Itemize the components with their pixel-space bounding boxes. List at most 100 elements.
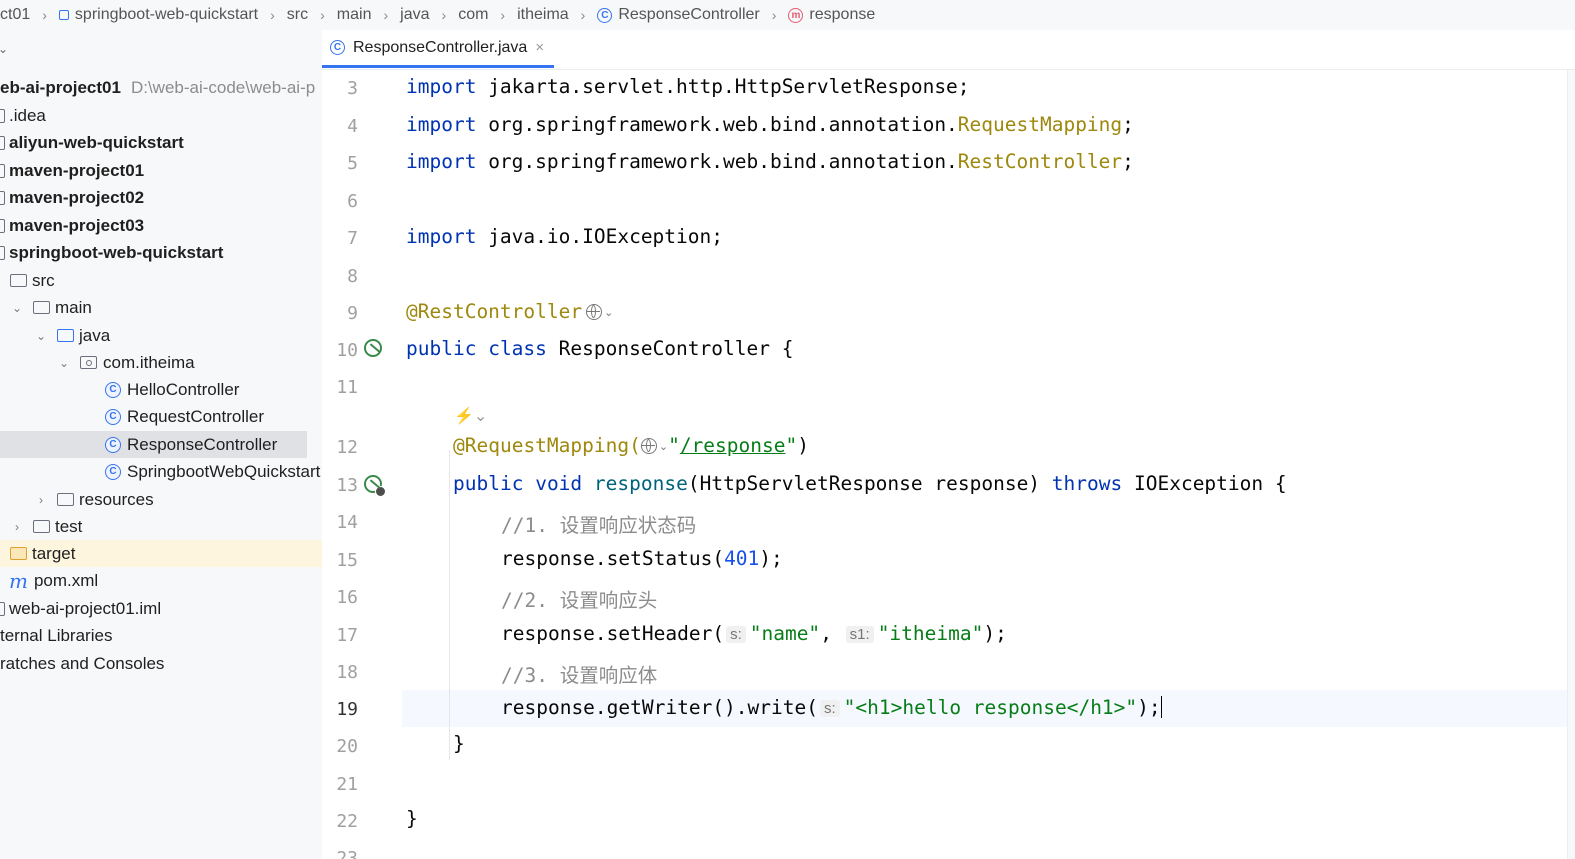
- chevron-right-icon: ›: [580, 7, 586, 23]
- excluded-folder-icon: [10, 547, 27, 560]
- tree-item-label: web-ai-project01.iml: [9, 598, 162, 618]
- breadcrumb-label: ct01: [0, 6, 31, 23]
- keyword: import: [406, 225, 477, 248]
- method-icon: m: [788, 7, 804, 23]
- code-comment: //3. 设置响应体: [501, 664, 658, 687]
- chevron-right-icon: ›: [42, 7, 47, 23]
- code-line-19: response.getWriter().write(s: "<h1>hello …: [501, 696, 1162, 719]
- tree-item-label: eb-ai-project01: [0, 77, 121, 97]
- method-name: response: [593, 472, 688, 495]
- breadcrumb-item-main[interactable]: main: [337, 6, 372, 24]
- tree-item-main[interactable]: ⌄ main: [0, 294, 92, 321]
- chevron-right-icon[interactable]: ›: [11, 520, 23, 534]
- ai-suggestion-icon[interactable]: ⚡⌄: [454, 406, 487, 426]
- code-text: );: [983, 622, 1007, 645]
- indent-guide: [449, 450, 450, 760]
- chevron-down-icon[interactable]: ⌄: [0, 42, 8, 56]
- line-number: 17: [336, 625, 358, 646]
- breadcrumb-item-method[interactable]: m response: [788, 6, 875, 24]
- tree-item-com-itheima[interactable]: ⌄ com.itheima: [0, 349, 195, 376]
- tree-item-aliyun-web-quickstart[interactable]: aliyun-web-quickstart: [0, 129, 184, 156]
- tree-item-springbootwebquickstart[interactable]: C SpringbootWebQuickstart: [0, 458, 320, 485]
- tree-item-maven-project03[interactable]: maven-project03: [0, 212, 144, 239]
- tree-item-iml[interactable]: web-ai-project01.iml: [0, 595, 161, 622]
- tree-item-label: ResponseController: [127, 434, 278, 454]
- chevron-down-icon[interactable]: ⌄: [659, 441, 668, 453]
- chevron-right-icon: ›: [320, 7, 325, 23]
- string: "<h1>hello response</h1>": [843, 696, 1138, 719]
- chevron-right-icon[interactable]: ›: [35, 493, 47, 507]
- tree-item-responsecontroller[interactable]: C ResponseController: [0, 431, 307, 458]
- keyword: import: [406, 113, 477, 136]
- tree-item-java[interactable]: ⌄ java: [0, 322, 110, 349]
- line-number: 13: [336, 475, 358, 496]
- spring-bean-gutter-icon[interactable]: [364, 339, 382, 357]
- folder-icon: [10, 274, 27, 287]
- breadcrumb-item-com[interactable]: com: [458, 6, 488, 24]
- code-text: org.springframework.web.bind.annotation.: [476, 113, 958, 136]
- tree-item-maven-project02[interactable]: maven-project02: [0, 184, 144, 211]
- tree-item-requestcontroller[interactable]: C RequestController: [0, 403, 264, 430]
- tree-item-hellocontroller[interactable]: C HelloController: [0, 376, 239, 403]
- chevron-down-icon[interactable]: ⌄: [604, 307, 613, 319]
- code-line-3: import jakarta.servlet.http.HttpServletR…: [406, 75, 970, 98]
- line-number: 18: [336, 662, 358, 683]
- keyword: public: [453, 472, 524, 495]
- spring-endpoint-gutter-icon[interactable]: [364, 475, 386, 497]
- package-icon: [80, 356, 97, 369]
- tree-item-project-root[interactable]: eb-ai-project01 D:\web-ai-code\web-ai-p: [0, 74, 315, 101]
- breadcrumb-item-itheima[interactable]: itheima: [517, 6, 569, 24]
- globe-icon[interactable]: [640, 438, 657, 454]
- breadcrumb-item-class[interactable]: C ResponseController: [597, 6, 760, 24]
- tree-item-label: java: [79, 325, 111, 345]
- string: ": [785, 434, 798, 457]
- line-number: 10: [336, 340, 358, 361]
- code-line-22: }: [406, 807, 418, 830]
- keyword: throws: [1051, 472, 1123, 495]
- keyword: public: [406, 337, 477, 360]
- editor-scrollbar[interactable]: [1567, 70, 1575, 859]
- line-number: 4: [347, 116, 358, 137]
- chevron-down-icon[interactable]: ⌄: [35, 329, 47, 343]
- breadcrumb-item-project[interactable]: ct01: [0, 6, 30, 24]
- maven-icon: m: [9, 568, 28, 593]
- annotation-class: RequestMapping: [957, 113, 1123, 136]
- tree-item-resources[interactable]: › resources: [0, 486, 154, 513]
- line-number: 8: [347, 266, 358, 287]
- chevron-down-icon[interactable]: ⌄: [11, 301, 23, 315]
- code-text: );: [1137, 696, 1161, 719]
- chevron-right-icon: ›: [771, 7, 777, 23]
- breadcrumb-item-src[interactable]: src: [287, 6, 308, 24]
- tab-responsecontroller[interactable]: C ResponseController.java ×: [322, 30, 555, 68]
- tree-item-label: .idea: [9, 105, 46, 125]
- string: "name": [749, 622, 821, 645]
- breadcrumb-label: response: [809, 6, 876, 23]
- chevron-down-icon[interactable]: ⌄: [58, 356, 70, 370]
- tree-item-label: maven-project01: [9, 160, 145, 180]
- code-line-9: @RestController ⌄: [406, 300, 613, 323]
- code-text: org.springframework.web.bind.annotation.: [476, 150, 958, 173]
- code-text: ;: [1122, 150, 1134, 173]
- module-icon: [0, 218, 5, 233]
- module-icon: [58, 10, 69, 20]
- tree-item-idea[interactable]: .idea: [0, 102, 46, 129]
- breadcrumb-item-java[interactable]: java: [400, 6, 429, 24]
- tree-item-test[interactable]: › test: [0, 513, 82, 540]
- tree-item-pom-xml[interactable]: m pom.xml: [0, 567, 98, 594]
- tree-item-external-libraries[interactable]: ternal Libraries: [0, 622, 112, 649]
- line-number: 12: [336, 437, 358, 458]
- code-editor[interactable]: 3 4 5 6 7 8 9 10 11 12 13 14 15 16 17 18…: [322, 70, 1575, 859]
- breadcrumb-item-module[interactable]: springboot-web-quickstart: [58, 6, 258, 24]
- tree-item-label: resources: [79, 489, 154, 509]
- url-path-link[interactable]: /response: [680, 434, 786, 457]
- tree-item-scratches[interactable]: ratches and Consoles: [0, 650, 164, 677]
- close-icon[interactable]: ×: [535, 39, 544, 56]
- module-icon: [0, 245, 5, 260]
- globe-icon[interactable]: [586, 304, 603, 320]
- tree-item-springboot-web-quickstart[interactable]: springboot-web-quickstart: [0, 239, 223, 266]
- tree-item-target[interactable]: target: [0, 540, 322, 567]
- annotation: @RestController: [406, 300, 583, 323]
- tree-item-src[interactable]: src: [0, 267, 55, 294]
- tree-item-maven-project01[interactable]: maven-project01: [0, 157, 144, 184]
- line-number: 7: [347, 228, 358, 249]
